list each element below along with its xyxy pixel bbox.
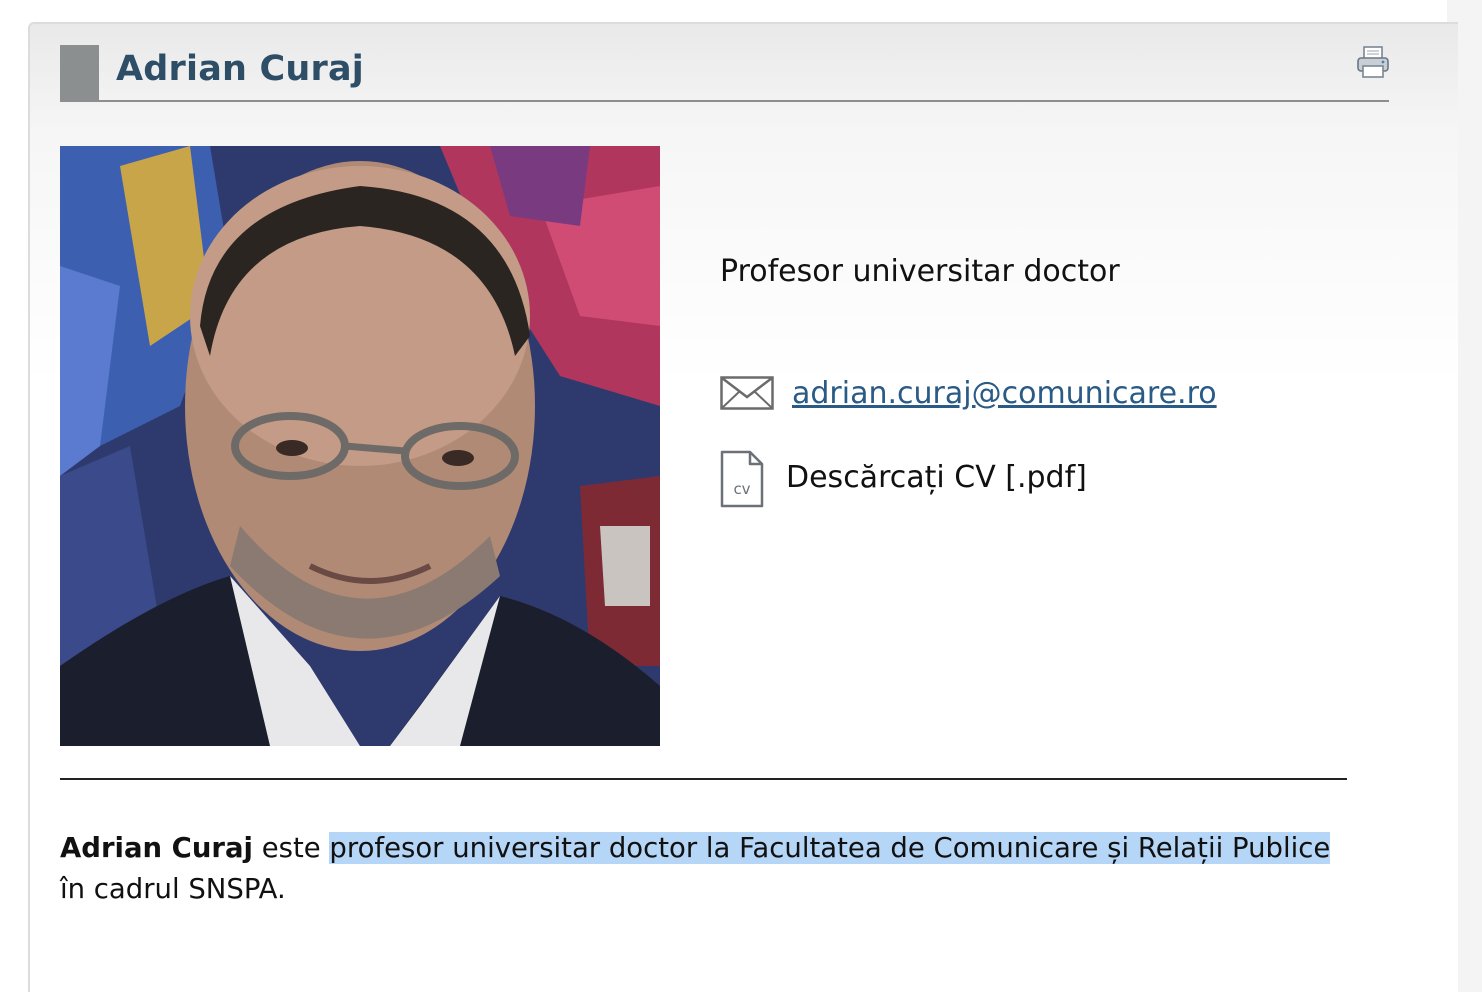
bio-selected-text: profesor universitar doctor la Facultate… — [329, 832, 1331, 864]
portrait-image — [60, 146, 660, 746]
pdf-document-icon[interactable]: cv — [720, 450, 764, 508]
bio-paragraph: Adrian Curaj este profesor universitar d… — [60, 828, 1360, 910]
bio-text-pre: este — [252, 832, 330, 864]
envelope-icon — [720, 376, 774, 410]
academic-title: Profesor universitar doctor — [720, 254, 1120, 289]
bio-name: Adrian Curaj — [60, 832, 253, 864]
section-divider — [60, 778, 1347, 780]
page: Adrian Curaj Profesor universitar doctor… — [0, 0, 1482, 992]
cv-icon-label: cv — [733, 480, 750, 498]
profile-photo — [60, 146, 660, 746]
profile-header: Adrian Curaj — [60, 45, 1389, 102]
bio-text-post: în cadrul SNSPA. — [60, 873, 286, 905]
title-accent-block — [60, 45, 99, 102]
download-cv-link[interactable]: Descărcați CV [.pdf] — [786, 460, 1087, 495]
email-link[interactable]: adrian.curaj@comunicare.ro — [792, 376, 1217, 411]
page-title: Adrian Curaj — [116, 49, 364, 89]
profile-panel: Adrian Curaj Profesor universitar doctor… — [28, 22, 1458, 992]
printer-icon[interactable] — [1355, 44, 1391, 80]
